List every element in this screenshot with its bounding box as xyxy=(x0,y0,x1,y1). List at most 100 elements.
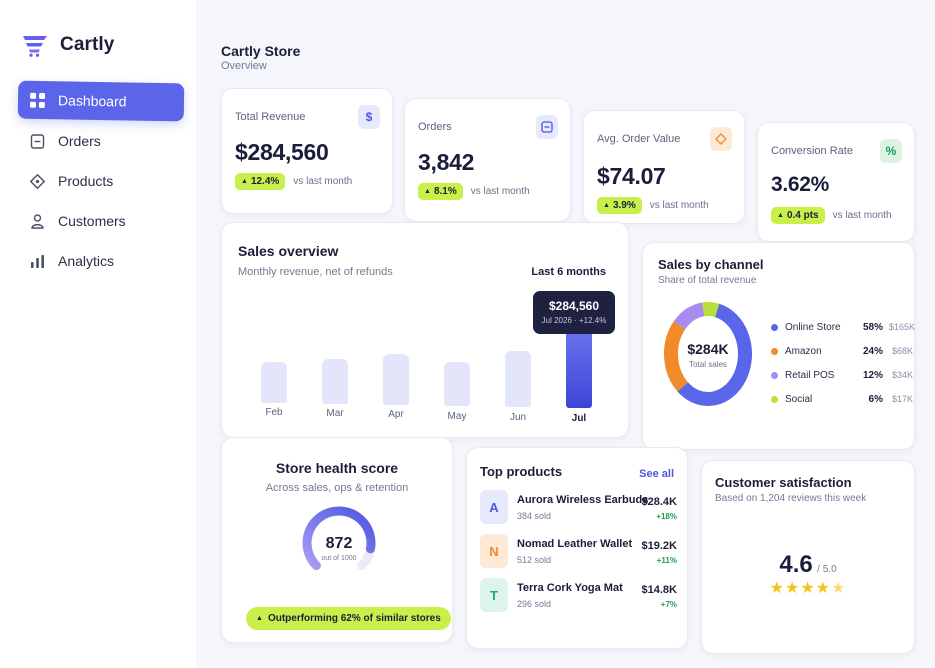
sidebar-item-label: Products xyxy=(58,173,114,189)
x-axis-tick-label: Jul xyxy=(571,413,587,424)
health-score-max: out of 1000 xyxy=(321,555,357,562)
card-title: Customer satisfaction xyxy=(715,475,852,490)
x-axis-tick-label: May xyxy=(447,410,467,422)
channel-percent: 24% xyxy=(862,345,883,357)
bar-chart-icon xyxy=(30,254,45,269)
x-axis-tick-label: Feb xyxy=(265,407,283,418)
channel-name: Social xyxy=(785,393,813,405)
product-name: Nomad Leather Wallet xyxy=(517,538,633,550)
channel-amount: $34K xyxy=(891,370,913,380)
kpi-footer: ▲ 0.4 pts vs last month xyxy=(771,207,892,224)
sidebar-item-dashboard[interactable]: Dashboard xyxy=(17,80,185,122)
channel-amount: $165K xyxy=(889,322,916,332)
legend-row[interactable]: Retail POS 12% $34K xyxy=(771,363,913,387)
cart-logo-icon xyxy=(23,36,47,57)
total-sales-value: $284K xyxy=(687,341,729,357)
chart-bar-mar[interactable] xyxy=(322,359,348,404)
kpi-label: Avg. Order Value xyxy=(597,133,681,145)
store-health-card: Store health score Across sales, ops & r… xyxy=(221,437,453,643)
product-name: Aurora Wireless Earbuds xyxy=(517,494,649,506)
kpi-card-conversion-rate[interactable]: Conversion Rate % 3.62% ▲ 0.4 pts vs last… xyxy=(757,122,915,242)
channel-name: Online Store xyxy=(785,321,841,333)
channel-name: Retail POS xyxy=(785,369,835,381)
legend-row[interactable]: Online Store 58% $165K xyxy=(771,315,916,339)
chart-bar-jul[interactable] xyxy=(566,328,592,408)
product-sold: 384 sold xyxy=(517,511,552,521)
card-subtitle: Across sales, ops & retention xyxy=(265,482,409,494)
chart-bar-feb[interactable] xyxy=(261,362,287,403)
page-subtitle: Overview xyxy=(221,60,267,72)
chart-bar-jun[interactable] xyxy=(505,351,531,407)
main-content: Cartly Store Overview Total Revenue $ $2… xyxy=(199,0,935,668)
card-title: Store health score xyxy=(275,460,399,476)
sidebar-item-label: Dashboard xyxy=(57,92,127,110)
kpi-label: Orders xyxy=(418,121,452,133)
product-revenue: $28.4K xyxy=(641,496,677,508)
brand[interactable]: Cartly xyxy=(22,33,114,57)
change-badge: ▲ 8.1% xyxy=(418,183,463,200)
star-icon: ★ xyxy=(769,580,785,597)
star-icon: ★ xyxy=(831,580,847,597)
kpi-card-orders[interactable]: Orders 3,842 ▲ 8.1% vs last month xyxy=(404,98,571,222)
brand-name: Cartly xyxy=(60,34,115,55)
dollar-icon: $ xyxy=(358,105,380,129)
donut-slice-retail-pos[interactable] xyxy=(673,302,705,330)
card-subtitle: Share of total revenue xyxy=(658,275,757,286)
chart-tooltip: $284,560 Jul 2026 · +12.4% xyxy=(533,291,615,334)
star-icon: ★ xyxy=(815,580,832,597)
kpi-card-total-revenue[interactable]: Total Revenue $ $284,560 ▲ 12.4% vs last … xyxy=(221,88,393,214)
x-axis-tick-label: Jun xyxy=(509,411,527,423)
donut-slice-social[interactable] xyxy=(702,302,720,318)
comparison-text: vs last month xyxy=(649,200,709,211)
sidebar-item-customers[interactable]: Customers xyxy=(18,202,184,240)
product-avatar: N xyxy=(480,534,508,568)
product-sold: 512 sold xyxy=(517,555,552,565)
change-value: 8.1% xyxy=(433,186,457,197)
kpi-footer: ▲ 8.1% vs last month xyxy=(418,183,530,200)
tooltip-value: $284,560 xyxy=(548,299,600,313)
sidebar-item-label: Customers xyxy=(58,213,126,229)
percent-icon: % xyxy=(880,139,902,163)
change-value: 3.9% xyxy=(612,200,636,211)
sales-by-channel-card: Sales by channel Share of total revenue … xyxy=(642,242,915,450)
see-all-link[interactable]: See all xyxy=(639,468,674,480)
sidebar-item-orders[interactable]: Orders xyxy=(18,122,184,160)
product-change: +18% xyxy=(656,512,677,521)
product-row[interactable]: A Aurora Wireless Earbuds 384 sold $28.4… xyxy=(480,490,677,526)
sidebar-item-label: Analytics xyxy=(58,253,115,269)
sidebar-item-analytics[interactable]: Analytics xyxy=(18,242,184,280)
product-revenue: $19.2K xyxy=(641,540,677,552)
sidebar-item-products[interactable]: Products xyxy=(18,162,184,200)
change-badge: ▲ 0.4 pts xyxy=(771,207,825,224)
product-row[interactable]: T Terra Cork Yoga Mat 296 sold $14.8K +7… xyxy=(480,578,677,614)
legend-dot xyxy=(771,347,778,355)
channel-amount: $17K xyxy=(891,394,913,404)
receipt-icon xyxy=(536,115,558,139)
chart-bar-may[interactable] xyxy=(444,362,470,406)
rating-stars: ★★★★★ xyxy=(702,578,914,598)
product-sold: 296 sold xyxy=(517,599,552,609)
product-name: Terra Cork Yoga Mat xyxy=(517,582,623,594)
legend-dot xyxy=(771,371,778,379)
channel-percent: 6% xyxy=(868,393,883,405)
up-arrow-icon: ▲ xyxy=(256,615,263,622)
kpi-footer: ▲ 3.9% vs last month xyxy=(597,197,709,214)
kpi-label: Conversion Rate xyxy=(771,145,853,157)
legend-row[interactable]: Social 6% $17K xyxy=(771,387,913,411)
channel-percent: 58% xyxy=(862,321,883,333)
product-avatar: T xyxy=(480,578,508,612)
diamond-icon xyxy=(710,127,732,151)
card-title: Top products xyxy=(480,464,563,479)
tag-icon xyxy=(30,173,45,189)
card-title: Sales by channel xyxy=(658,257,764,272)
rating-max: / 5.0 xyxy=(817,564,837,575)
legend-dot xyxy=(771,395,778,403)
product-row[interactable]: N Nomad Leather Wallet 512 sold $19.2K +… xyxy=(480,534,677,570)
sidebar: Cartly Dashboard Orders Products Custome… xyxy=(0,0,198,668)
comparison-text: vs last month xyxy=(293,176,353,187)
chart-bar-apr[interactable] xyxy=(383,354,409,405)
legend-row[interactable]: Amazon 24% $68K xyxy=(771,339,913,363)
x-axis-tick-label: Apr xyxy=(388,409,404,421)
kpi-card-avg-order-value[interactable]: Avg. Order Value $74.07 ▲ 3.9% vs last mo… xyxy=(583,110,745,224)
comparison-text: vs last month xyxy=(832,210,892,221)
